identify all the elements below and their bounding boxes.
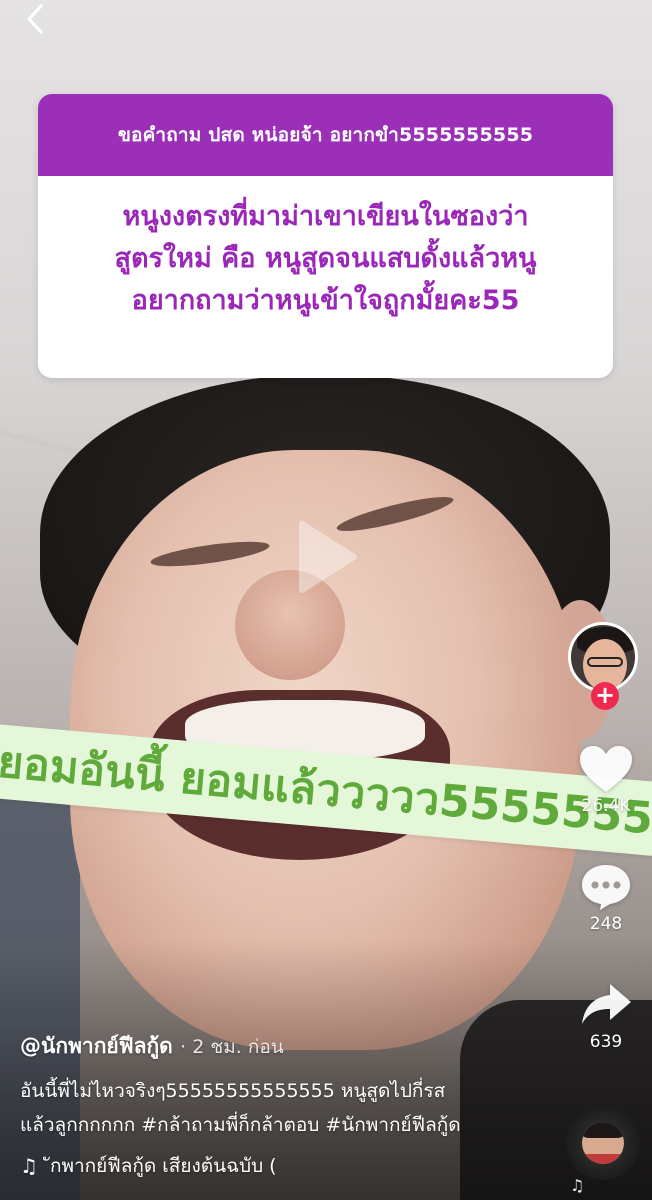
caption-line: อันนี้พี่ไม่ไหวจริงๆ55555555555555 หนูสู… xyxy=(20,1080,446,1102)
question-sticker-header: ขอคำถาม ปสด หน่อยจ้า อยากขำ5555555555 xyxy=(38,94,613,176)
floating-note-icon: ♫ xyxy=(570,1176,585,1195)
heart-icon xyxy=(580,746,632,792)
avatar-glasses xyxy=(587,657,623,667)
back-button[interactable] xyxy=(20,2,54,36)
disc-avatar-shirt xyxy=(582,1154,624,1164)
play-icon[interactable] xyxy=(296,518,358,596)
comment-button[interactable]: 248 xyxy=(572,862,640,934)
caption-line: แล้วลูกกกกกก #กล้าถามพี่ก็กล้าตอบ #นักพา… xyxy=(20,1114,461,1136)
music-marquee[interactable]: ♫ ักพากย์ฟีลกู้ด เสียงต้นฉบับ ( xyxy=(20,1150,340,1182)
share-arrow-icon xyxy=(582,984,631,1024)
post-time: · 2 ชม. ก่อน xyxy=(180,1036,284,1058)
post-caption[interactable]: อันนี้พี่ไม่ไหวจริงๆ55555555555555 หนูสู… xyxy=(20,1074,560,1142)
music-title: ักพากย์ฟีลกู้ด เสียงต้นฉบับ ( xyxy=(49,1155,277,1177)
username-text[interactable]: @นักพากย์ฟีลกู้ด xyxy=(20,1034,173,1058)
comment-count: 248 xyxy=(589,914,623,934)
creator-avatar-button[interactable]: + xyxy=(568,622,644,712)
share-button[interactable]: 639 xyxy=(572,980,640,1052)
share-count: 639 xyxy=(589,1032,623,1052)
like-button[interactable]: 26.4K xyxy=(572,744,640,816)
follow-button[interactable]: + xyxy=(591,682,619,710)
music-note-icon: ♫ xyxy=(20,1154,38,1178)
like-count: 26.4K xyxy=(581,796,631,816)
question-line: อยากถามว่าหนูเข้าใจถูกมั้ยคะ55 xyxy=(131,285,520,316)
post-author[interactable]: @นักพากย์ฟีลกู้ด · 2 ชม. ก่อน xyxy=(20,1030,284,1063)
music-disc-icon[interactable] xyxy=(566,1106,640,1180)
question-sticker: ขอคำถาม ปสด หน่อยจ้า อยากขำ5555555555 หน… xyxy=(38,94,613,378)
question-line: สูตรใหม่ คือ หนูสูดจนแสบดั้งแล้วหนู xyxy=(114,243,537,274)
disc-avatar xyxy=(582,1122,624,1164)
chevron-left-icon xyxy=(27,4,43,34)
question-line: หนูงงตรงที่มาม่าเขาเขียนในซองว่า xyxy=(122,201,529,232)
question-sticker-body: หนูงงตรงที่มาม่าเขาเขียนในซองว่า สูตรใหม… xyxy=(38,176,613,378)
comment-bubble-icon xyxy=(582,865,630,910)
disc-avatar-hair xyxy=(582,1122,624,1138)
